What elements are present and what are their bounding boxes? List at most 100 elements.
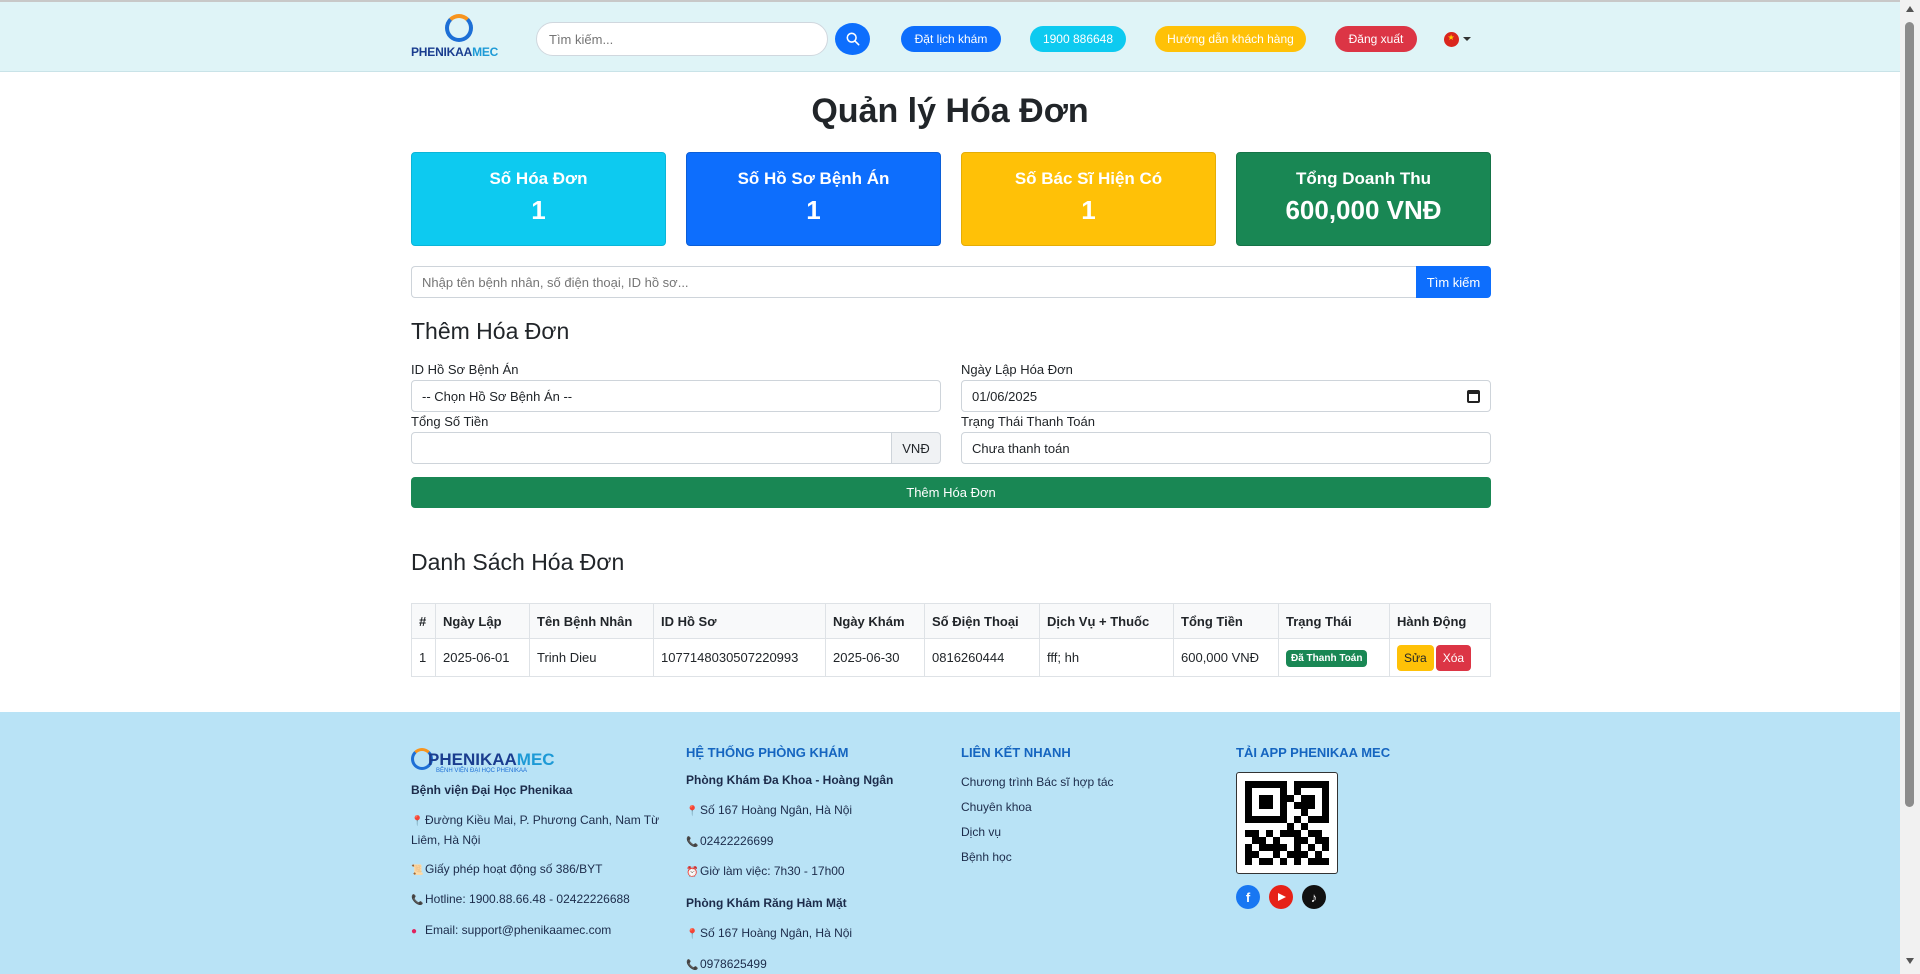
header-search-field[interactable]: [536, 22, 828, 56]
qr-module: [1266, 788, 1273, 795]
qr-module: [1301, 837, 1308, 844]
app-qr-code[interactable]: [1236, 772, 1338, 874]
qr-module: [1294, 851, 1301, 858]
qr-module: [1308, 837, 1315, 844]
qr-module: [1252, 823, 1259, 830]
qr-module: [1280, 781, 1287, 788]
qr-module: [1259, 858, 1266, 865]
qr-module: [1266, 781, 1273, 788]
qr-module: [1315, 851, 1322, 858]
record-id-select[interactable]: -- Chọn Hồ Sơ Bệnh Án --: [411, 380, 941, 412]
link-specialties[interactable]: Chuyên khoa: [961, 798, 1032, 816]
qr-module: [1294, 830, 1301, 837]
qr-module: [1273, 823, 1280, 830]
scrollbar-thumb[interactable]: [1905, 22, 1914, 807]
footer-logo[interactable]: PHENIKAAMEC BỆNH VIỆN ĐẠI HỌC PHENIKAA: [411, 748, 561, 774]
customer-guide-button[interactable]: Hướng dẫn khách hàng: [1155, 26, 1306, 52]
license-icon: 📜: [411, 865, 424, 876]
col-status: Trạng Thái: [1278, 603, 1390, 639]
payment-status-select[interactable]: Chưa thanh toán: [961, 432, 1491, 464]
logout-button[interactable]: Đăng xuất: [1335, 26, 1417, 52]
clinic2-address: 📍 Số 167 Hoàng Ngân, Hà Nội: [686, 924, 852, 944]
cell-visit-date: 2025-06-30: [825, 638, 925, 677]
link-services[interactable]: Dịch vụ: [961, 823, 1001, 841]
scroll-up-icon[interactable]: [1906, 6, 1914, 12]
add-invoice-button[interactable]: Thêm Hóa Đơn: [411, 477, 1491, 508]
invoice-search-field[interactable]: [411, 266, 1416, 298]
col-total: Tổng Tiền: [1173, 603, 1279, 639]
qr-module: [1259, 823, 1266, 830]
logo[interactable]: PHENIKAAMEC: [411, 14, 511, 62]
qr-module: [1252, 816, 1259, 823]
language-selector[interactable]: [1444, 30, 1476, 48]
vietnam-flag-icon: [1444, 31, 1459, 47]
col-record-id: ID Hồ Sơ: [653, 603, 826, 639]
qr-module: [1322, 809, 1329, 816]
qr-module: [1315, 788, 1322, 795]
qr-module: [1273, 830, 1280, 837]
clinic2-phone: 📞 0978625499: [686, 955, 767, 974]
qr-module: [1259, 802, 1266, 809]
header-search-input[interactable]: [537, 23, 827, 55]
qr-module: [1245, 851, 1252, 858]
record-id-select-value: -- Chọn Hồ Sơ Bệnh Án --: [422, 388, 573, 404]
qr-module: [1301, 858, 1308, 865]
qr-module: [1266, 802, 1273, 809]
qr-module: [1266, 795, 1273, 802]
qr-module: [1266, 809, 1273, 816]
qr-module: [1315, 781, 1322, 788]
page-scrollbar[interactable]: [1900, 0, 1920, 974]
link-partner-doctors[interactable]: Chương trình Bác sĩ hợp tác: [961, 773, 1114, 791]
qr-module: [1287, 809, 1294, 816]
calendar-icon[interactable]: [1467, 390, 1480, 403]
qr-module: [1301, 781, 1308, 788]
qr-module: [1301, 851, 1308, 858]
link-diseases[interactable]: Bệnh học: [961, 848, 1012, 866]
amount-input[interactable]: [411, 432, 892, 464]
qr-module: [1273, 858, 1280, 865]
header-search-button[interactable]: [835, 23, 870, 55]
qr-module: [1280, 823, 1287, 830]
qr-module: [1252, 802, 1259, 809]
phone-icon: 📞: [686, 960, 699, 971]
footer-logo-text: PHENIKAAMEC: [428, 750, 555, 769]
qr-module: [1322, 837, 1329, 844]
qr-module: [1315, 802, 1322, 809]
clinic2-name: Phòng Khám Răng Hàm Mặt: [686, 896, 847, 910]
qr-module: [1315, 837, 1322, 844]
location-pin-icon: 📍: [686, 929, 699, 940]
book-appointment-button[interactable]: Đặt lịch khám: [901, 26, 1001, 52]
edit-button[interactable]: Sửa: [1397, 644, 1434, 671]
qr-module: [1245, 802, 1252, 809]
qr-module: [1315, 809, 1322, 816]
qr-module: [1301, 823, 1308, 830]
hotline-button[interactable]: 1900 886648: [1030, 26, 1126, 52]
qr-module: [1287, 858, 1294, 865]
invoice-search-input[interactable]: [412, 267, 1416, 297]
hospital-email[interactable]: ● Email: support@phenikaamec.com: [411, 921, 611, 941]
stat-value: 1: [806, 195, 821, 225]
qr-module: [1287, 781, 1294, 788]
invoice-date-input[interactable]: 01/06/2025: [961, 380, 1491, 412]
qr-module: [1322, 858, 1329, 865]
quick-links-heading: LIÊN KẾT NHANH: [961, 745, 1071, 760]
youtube-icon[interactable]: [1269, 885, 1293, 909]
facebook-icon[interactable]: f: [1236, 885, 1260, 909]
scroll-down-icon[interactable]: [1906, 958, 1914, 964]
qr-module: [1259, 837, 1266, 844]
col-actions: Hành Động: [1389, 603, 1491, 639]
invoice-search-button[interactable]: Tìm kiếm: [1416, 266, 1491, 298]
qr-module: [1287, 795, 1294, 802]
qr-module: [1273, 781, 1280, 788]
qr-module: [1280, 816, 1287, 823]
qr-module: [1301, 844, 1308, 851]
tiktok-icon[interactable]: ♪: [1302, 885, 1326, 909]
qr-module: [1266, 830, 1273, 837]
stat-value: 1: [531, 195, 546, 225]
delete-button[interactable]: Xóa: [1435, 644, 1472, 671]
stat-card-records: Số Hồ Sơ Bệnh Án 1: [686, 152, 941, 246]
qr-module: [1294, 858, 1301, 865]
qr-module: [1315, 830, 1322, 837]
qr-module: [1252, 837, 1259, 844]
col-index: #: [411, 603, 436, 639]
